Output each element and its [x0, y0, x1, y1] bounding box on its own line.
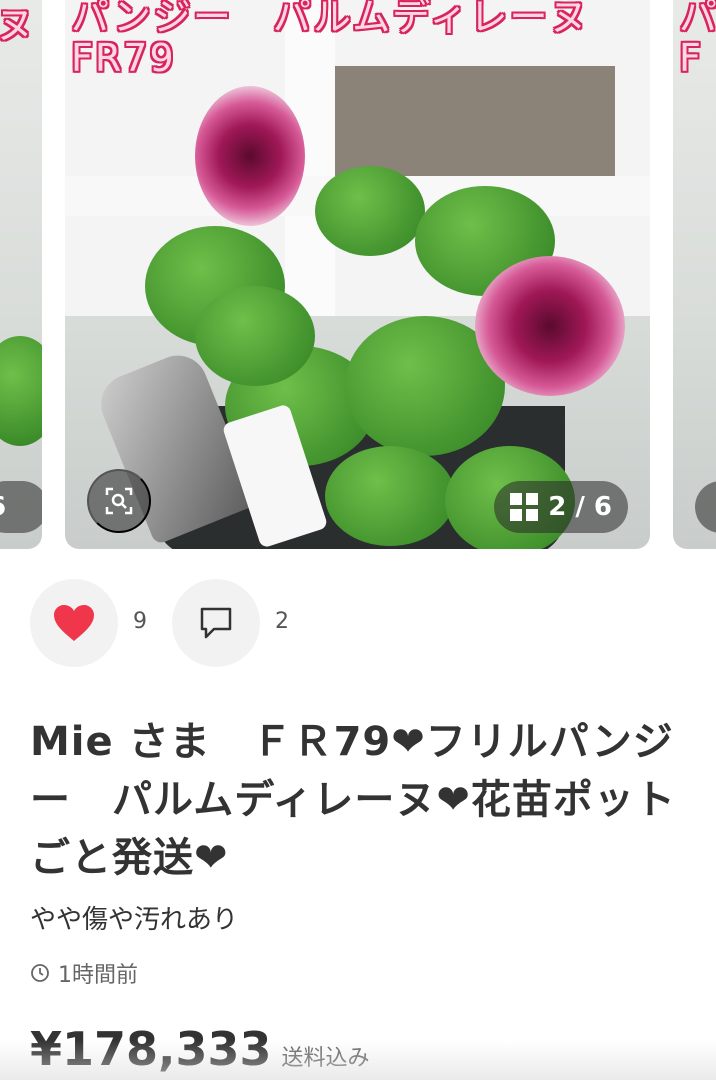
comment-icon [200, 607, 232, 639]
item-condition: やや傷や汚れあり [30, 905, 239, 935]
carousel-next-slide[interactable]: パ F [673, 0, 716, 549]
leaf-shape [325, 446, 455, 546]
zoom-icon [105, 487, 133, 515]
pansy-flower [475, 256, 625, 396]
slide-caption: ヌ [0, 3, 37, 47]
comment-count: 2 [275, 609, 289, 634]
comment-button[interactable] [172, 579, 260, 667]
slide-caption-line1: パ [679, 0, 716, 39]
item-title: Mie さま ＦＲ79❤フリルパンジー パルムディレーヌ❤花苗ポットごと発送❤ [30, 719, 676, 881]
prev-counter-text: 6 [0, 492, 6, 522]
zoom-button[interactable] [87, 469, 151, 533]
posted-time: 1時間前 [30, 957, 138, 989]
grid-icon [510, 493, 539, 521]
price-row: ¥178,333 送料込み [30, 1022, 370, 1076]
leaf-shape [195, 286, 315, 386]
leaf-shape [0, 336, 42, 446]
image-counter-badge[interactable]: 2 / 6 [494, 481, 628, 533]
carousel-prev-slide[interactable]: ヌ 6 [0, 0, 42, 549]
image-carousel[interactable]: ヌ 6 パンジー パルムディレーヌ FR79 [0, 0, 716, 552]
clock-icon [31, 964, 49, 982]
pansy-flower [195, 86, 305, 226]
item-price: ¥178,333 [30, 1022, 272, 1076]
image-counter: 2 / 6 [548, 492, 612, 522]
heart-icon [54, 605, 94, 641]
slide-caption-line2: F [679, 36, 703, 80]
prev-counter-badge: 6 [0, 481, 42, 533]
carousel-main-slide[interactable]: パンジー パルムディレーヌ FR79 2 / 6 [65, 0, 650, 549]
leaf-shape [315, 166, 425, 256]
posted-time-text: 1時間前 [58, 963, 138, 988]
slide-caption-line2: FR79 [71, 36, 176, 80]
like-button[interactable] [30, 579, 118, 667]
like-count: 9 [133, 609, 147, 634]
next-counter-badge [695, 481, 716, 533]
shipping-note: 送料込み [281, 1046, 370, 1071]
slide-caption-line1: パンジー パルムディレーヌ [71, 0, 590, 39]
